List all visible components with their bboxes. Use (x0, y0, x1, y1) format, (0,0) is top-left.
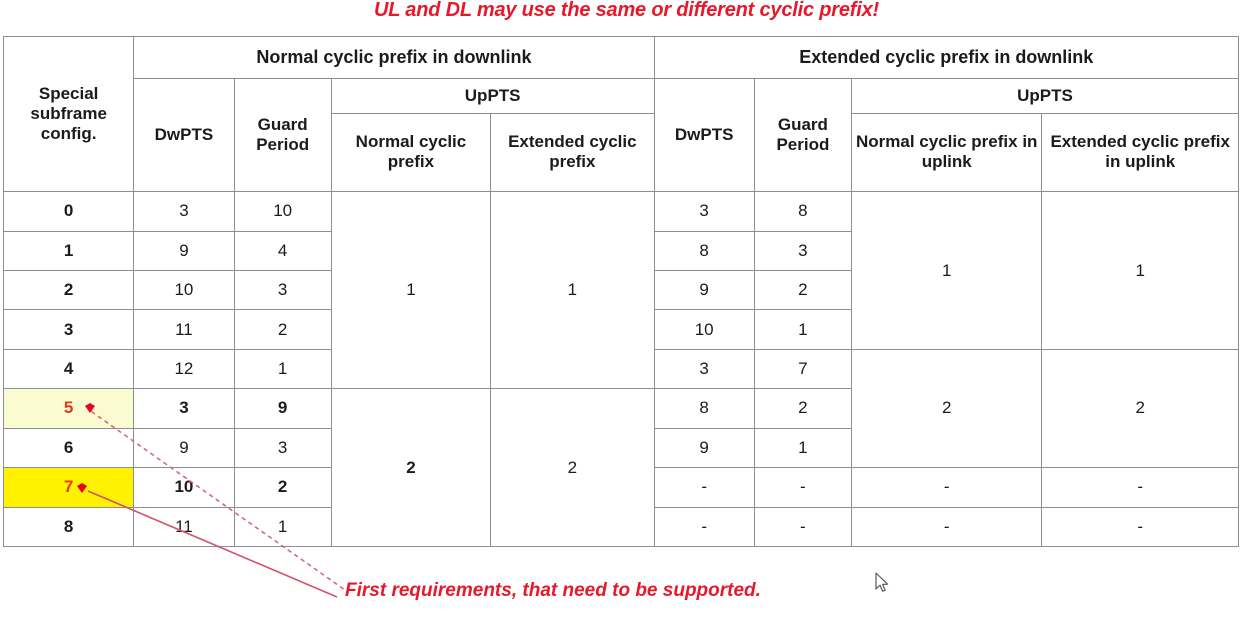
header-normal-cp-downlink: Normal cyclic prefix in downlink (133, 36, 655, 79)
cell-edl-gp-5: 2 (753, 388, 853, 429)
cell-edl-uppts-normal-bottom: 2 (850, 348, 1043, 469)
cell-edl-gp-7: - (753, 467, 853, 508)
cell-edl-gp-8: - (753, 506, 853, 548)
header-uppts-extended: UpPTS (851, 77, 1239, 114)
mouse-pointer-icon (875, 572, 889, 592)
header-row-groups: Special subframe config. Normal cyclic p… (2, 35, 1240, 193)
row-config-7: 7 (2, 467, 135, 508)
table-row: 0 3 10 1 1 3 8 1 1 (2, 191, 1239, 390)
cell-edl-uppts-extended-dash2: - (1041, 506, 1239, 548)
cell-ndl-gp-7: 2 (233, 467, 332, 508)
row-config-3: 3 (2, 309, 135, 350)
header-guard-period-normal: Guard Period (233, 77, 332, 193)
cell-ndl-dwpts-6: 9 (133, 427, 235, 469)
cell-ndl-dwpts-7: 10 (133, 467, 235, 508)
row-config-1: 1 (2, 230, 135, 272)
cell-ndl-dwpts-8: 11 (133, 506, 235, 548)
header-extended-cp-downlink: Extended cyclic prefix in downlink (653, 36, 1240, 79)
cell-edl-uppts-normal-dash2: - (850, 506, 1043, 548)
cell-edl-uppts-extended-bottom: 2 (1041, 348, 1239, 469)
header-dwpts-normal: DwPTS (133, 77, 235, 193)
row-config-2: 2 (2, 270, 135, 311)
header-normal-cyclic-prefix: Normal cyclic prefix (330, 112, 492, 193)
cell-ndl-uppts-normal-bottom: 2 (330, 388, 492, 547)
cell-edl-dwpts-4: 3 (653, 348, 755, 390)
cell-edl-dwpts-2: 9 (653, 270, 755, 311)
cell-edl-dwpts-8: - (653, 506, 755, 548)
cell-ndl-dwpts-0: 3 (133, 191, 235, 232)
header-extended-cyclic-prefix: Extended cyclic prefix (490, 112, 655, 193)
cell-ndl-gp-2: 3 (233, 270, 332, 311)
header-extended-cyclic-prefix-uplink: Extended cyclic prefix in uplink (1041, 112, 1239, 193)
cell-edl-gp-0: 8 (753, 191, 853, 232)
cell-ndl-gp-5: 9 (233, 388, 332, 429)
cell-edl-dwpts-6: 9 (653, 427, 755, 469)
cell-ndl-gp-0: 10 (233, 191, 332, 232)
row-config-4: 4 (2, 348, 135, 390)
slide-root: UL and DL may use the same or different … (0, 0, 1253, 618)
cell-edl-dwpts-3: 10 (653, 309, 755, 350)
cell-edl-dwpts-1: 8 (653, 230, 755, 272)
cell-ndl-gp-6: 3 (233, 427, 332, 469)
special-subframe-configuration-table: Special subframe config. Normal cyclic p… (2, 35, 1240, 548)
cell-ndl-dwpts-1: 9 (133, 230, 235, 272)
row-config-6: 6 (2, 427, 135, 469)
cell-ndl-gp-3: 2 (233, 309, 332, 350)
cell-ndl-uppts-extended-bottom: 2 (490, 388, 655, 547)
cell-edl-gp-4: 7 (753, 348, 853, 390)
cell-edl-uppts-normal-top: 1 (850, 191, 1043, 350)
page-title: UL and DL may use the same or different … (374, 0, 879, 21)
cell-ndl-dwpts-3: 11 (133, 309, 235, 350)
cell-edl-gp-1: 3 (753, 230, 853, 272)
cell-edl-gp-2: 2 (753, 270, 853, 311)
cell-ndl-gp-4: 1 (233, 348, 332, 390)
cell-ndl-dwpts-2: 10 (133, 270, 235, 311)
cell-ndl-uppts-extended-top: 1 (490, 191, 655, 390)
row-config-8: 8 (2, 506, 135, 548)
cell-edl-uppts-extended-dash1: - (1041, 467, 1239, 508)
cell-edl-uppts-extended-top: 1 (1041, 191, 1239, 350)
annotation-note: First requirements, that need to be supp… (345, 580, 761, 601)
row-config-0: 0 (2, 191, 135, 232)
cell-edl-gp-6: 1 (753, 427, 853, 469)
config-table: Special subframe config. Normal cyclic p… (2, 35, 1240, 548)
header-guard-period-extended: Guard Period (753, 77, 853, 193)
cell-ndl-dwpts-4: 12 (133, 348, 235, 390)
row-config-5: 5 (2, 388, 135, 429)
header-special-subframe-config: Special subframe config. (2, 35, 135, 193)
cell-edl-uppts-normal-dash1: - (850, 467, 1043, 508)
cell-ndl-uppts-normal-top: 1 (330, 191, 492, 390)
cell-edl-gp-3: 1 (753, 309, 853, 350)
header-normal-cyclic-prefix-uplink: Normal cyclic prefix in uplink (850, 112, 1043, 193)
cell-ndl-gp-8: 1 (233, 506, 332, 548)
header-dwpts-extended: DwPTS (653, 77, 755, 193)
cell-ndl-dwpts-5: 3 (133, 388, 235, 429)
header-uppts-normal: UpPTS (330, 77, 655, 114)
cell-edl-dwpts-7: - (653, 467, 755, 508)
cell-edl-dwpts-5: 8 (653, 388, 755, 429)
cell-edl-dwpts-0: 3 (653, 191, 755, 232)
header-row-uppts: DwPTS Guard Period UpPTS DwPTS Guard Per… (4, 77, 1239, 193)
cell-ndl-gp-1: 4 (233, 230, 332, 272)
